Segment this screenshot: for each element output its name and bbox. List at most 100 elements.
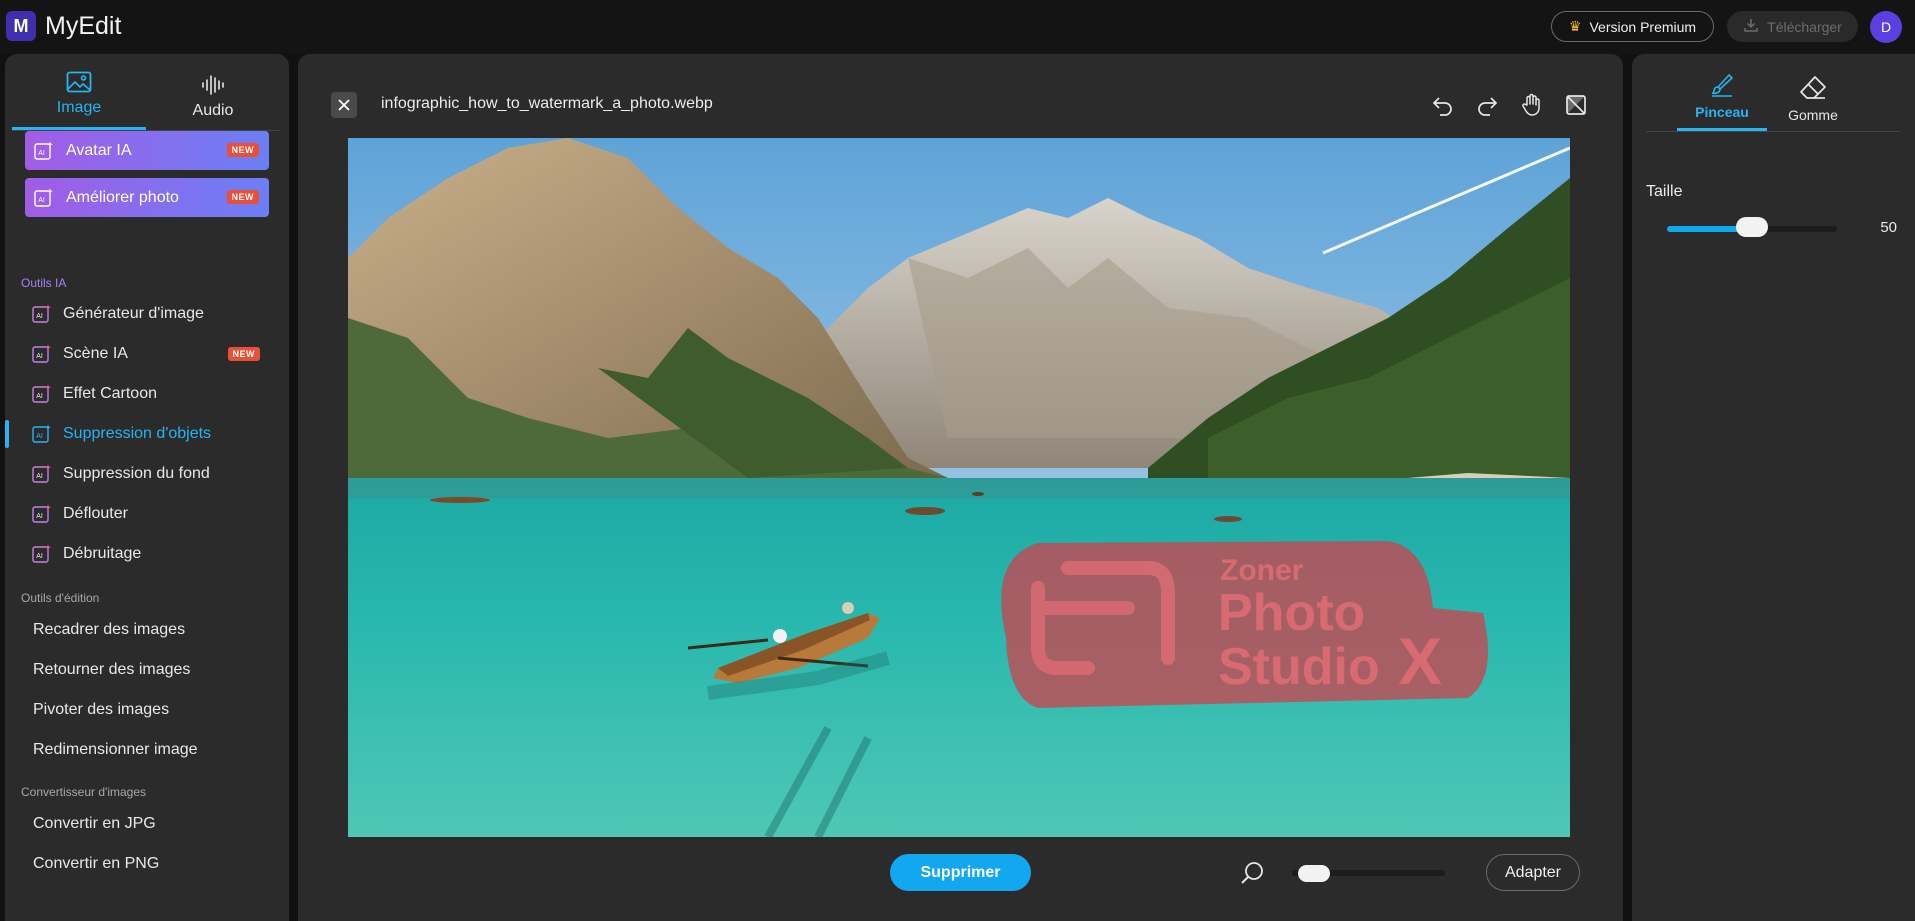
tool-retourner[interactable]: Retourner des images [5, 652, 289, 688]
user-avatar[interactable]: D [1870, 11, 1902, 43]
tool-convertir-jpg[interactable]: Convertir en JPG [5, 806, 289, 842]
tool-suppression-fond[interactable]: AI Suppression du fond [5, 456, 289, 492]
svg-text:AI: AI [36, 513, 43, 520]
tab-gomme-label: Gomme [1788, 107, 1838, 123]
app-logo[interactable]: M [6, 11, 36, 41]
tool-deflouter[interactable]: AI Déflouter [5, 496, 289, 532]
tab-image-label: Image [56, 99, 102, 116]
svg-text:AI: AI [36, 393, 43, 400]
tool-generateur-image[interactable]: AI Générateur d'image [5, 296, 289, 332]
tool-label: Suppression du fond [63, 465, 210, 482]
brush-tabs: Pinceau Gomme [1646, 64, 1900, 132]
svg-text:AI: AI [36, 353, 43, 360]
svg-text:AI: AI [36, 313, 43, 320]
premium-button[interactable]: ♛ Version Premium [1551, 11, 1714, 42]
ai-sparkle-icon: AI [32, 304, 51, 323]
ameliorer-photo-button[interactable]: AI Améliorer photo NEW [25, 178, 269, 217]
ai-sparkle-icon: AI [34, 188, 53, 207]
tool-debruitage[interactable]: AI Débruitage [5, 536, 289, 572]
zoom-icon [1240, 860, 1266, 891]
top-bar: M MyEdit ♛ Version Premium Télécharger D [0, 0, 1915, 54]
size-label: Taille [1646, 183, 1683, 200]
section-outils-ia: Outils IA [21, 276, 67, 290]
svg-text:Studio: Studio [1218, 638, 1380, 696]
tool-label: Déflouter [63, 505, 128, 522]
new-badge: NEW [227, 347, 260, 361]
compare-button[interactable] [1562, 91, 1590, 119]
hand-pan-icon [1522, 93, 1540, 116]
ai-sparkle-icon: AI [32, 504, 51, 523]
tool-redimensionner[interactable]: Redimensionner image [5, 732, 289, 768]
brush-size-value: 50 [1880, 219, 1897, 236]
close-button[interactable] [331, 92, 357, 118]
eraser-icon [1800, 76, 1826, 99]
photo-canvas[interactable]: Zoner Photo Studio X [348, 138, 1570, 837]
download-button[interactable]: Télécharger [1727, 11, 1858, 42]
adapter-button[interactable]: Adapter [1486, 854, 1580, 891]
avatar-ia-label: Avatar IA [66, 141, 132, 159]
zoom-slider-thumb[interactable] [1298, 865, 1331, 882]
new-badge: NEW [226, 143, 259, 157]
tool-label: Suppression d'objets [63, 425, 212, 442]
mode-tabs: Image Audio [12, 64, 280, 131]
new-badge: NEW [226, 190, 259, 204]
tool-label: Effet Cartoon [63, 385, 157, 402]
lake-photo: Zoner Photo Studio X [348, 138, 1570, 837]
ai-sparkle-icon: AI [32, 384, 51, 403]
download-icon [1743, 17, 1759, 36]
premium-label: Version Premium [1589, 18, 1697, 35]
close-icon [338, 99, 350, 111]
section-outils-edition: Outils d'édition [21, 591, 100, 605]
tab-audio-label: Audio [192, 102, 234, 119]
ai-sparkle-icon: AI [34, 141, 53, 160]
tab-image[interactable]: Image [12, 64, 146, 130]
svg-text:Photo: Photo [1218, 584, 1365, 642]
tab-pinceau[interactable]: Pinceau [1677, 64, 1767, 131]
app-title: MyEdit [45, 12, 122, 40]
tool-suppression-objets[interactable]: AI Suppression d'objets [5, 416, 289, 452]
tab-gomme[interactable]: Gomme [1768, 64, 1858, 131]
svg-text:Zoner: Zoner [1220, 554, 1304, 587]
crown-icon: ♛ [1568, 18, 1582, 34]
avatar-ia-button[interactable]: AI Avatar IA NEW [25, 131, 269, 170]
svg-text:AI: AI [36, 473, 43, 480]
image-icon [66, 71, 92, 93]
file-name: infographic_how_to_watermark_a_photo.web… [381, 95, 713, 112]
ai-sparkle-icon: AI [32, 464, 51, 483]
section-convertisseur: Convertisseur d'images [21, 785, 147, 799]
audio-wave-icon [202, 75, 224, 95]
brush-size-thumb[interactable] [1736, 217, 1768, 237]
svg-text:AI: AI [38, 150, 45, 157]
tool-scene-ia[interactable]: AI Scène IA NEW [5, 336, 289, 372]
tool-convertir-png[interactable]: Convertir en PNG [5, 846, 289, 882]
svg-text:AI: AI [36, 553, 43, 560]
tool-pivoter[interactable]: Pivoter des images [5, 692, 289, 728]
ameliorer-photo-label: Améliorer photo [66, 188, 179, 206]
svg-text:AI: AI [38, 197, 45, 204]
editor-panel: infographic_how_to_watermark_a_photo.web… [298, 54, 1623, 921]
svg-text:X: X [1398, 624, 1442, 698]
ai-sparkle-icon: AI [32, 544, 51, 563]
tool-recadrer[interactable]: Recadrer des images [5, 612, 289, 648]
tool-label: Débruitage [63, 545, 142, 562]
compare-icon [1566, 95, 1586, 115]
undo-button[interactable] [1429, 91, 1457, 119]
watermark-overlay: Zoner Photo Studio X [1001, 541, 1488, 708]
tools-sidebar: Image Audio AI Avatar IA NEW AI Améliore… [5, 54, 289, 921]
brush-panel: Pinceau Gomme Taille 50 [1632, 54, 1915, 921]
zoom-slider[interactable] [1292, 865, 1445, 882]
redo-button[interactable] [1473, 91, 1501, 119]
tab-pinceau-label: Pinceau [1695, 104, 1749, 120]
brush-icon [1711, 74, 1733, 97]
tool-label: Générateur d'image [63, 305, 204, 322]
download-label: Télécharger [1767, 18, 1842, 35]
ai-sparkle-icon: AI [32, 344, 51, 363]
svg-text:AI: AI [36, 433, 43, 440]
brush-size-slider[interactable] [1667, 217, 1837, 237]
tab-audio[interactable]: Audio [146, 64, 280, 130]
redo-icon [1478, 97, 1498, 116]
undo-icon [1432, 97, 1452, 116]
supprimer-button[interactable]: Supprimer [890, 854, 1031, 891]
tool-effet-cartoon[interactable]: AI Effet Cartoon [5, 376, 289, 412]
pan-button[interactable] [1518, 91, 1546, 119]
